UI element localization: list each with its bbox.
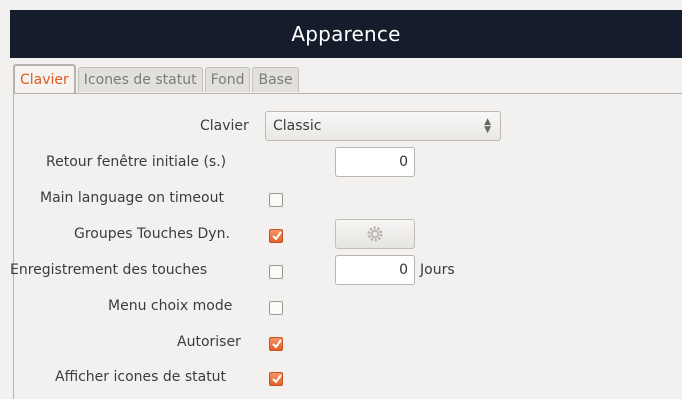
combo-arrows-icon: ▲ ▼: [484, 117, 491, 135]
main-language-checkbox[interactable]: [269, 193, 283, 207]
afficher-label: Afficher icones de statut: [55, 369, 227, 385]
jours-label: Jours: [420, 262, 455, 278]
enregistrement-label: Enregistrement des touches: [10, 262, 208, 278]
checkmark-icon: [272, 231, 282, 241]
window-titlebar: Apparence: [10, 10, 682, 58]
groupes-checkbox[interactable]: [269, 229, 283, 243]
autoriser-checkbox[interactable]: [269, 337, 283, 351]
retour-label: Retour fenêtre initiale (s.): [46, 154, 227, 170]
retour-spin-input[interactable]: 0: [335, 147, 415, 177]
groupes-settings-button[interactable]: [335, 219, 415, 249]
autoriser-label: Autoriser: [177, 334, 241, 350]
gear-icon: [367, 226, 383, 242]
checkmark-icon: [272, 339, 282, 349]
groupes-label: Groupes Touches Dyn.: [74, 226, 230, 242]
afficher-checkbox[interactable]: [269, 372, 283, 386]
checkmark-icon: [272, 374, 282, 384]
tab-icones-de-statut[interactable]: Icones de statut: [77, 67, 203, 92]
window-title: Apparence: [291, 22, 401, 46]
enregistrement-checkbox[interactable]: [269, 265, 283, 279]
menu-choix-checkbox[interactable]: [269, 301, 283, 315]
menu-choix-label: Menu choix mode: [108, 298, 233, 314]
tab-bar: Clavier Icones de statut Fond Base: [13, 64, 301, 94]
tab-base[interactable]: Base: [252, 67, 299, 92]
enregistrement-spin-input[interactable]: 0: [335, 255, 415, 285]
tab-clavier[interactable]: Clavier: [13, 64, 76, 94]
clavier-label: Clavier: [200, 118, 249, 134]
clavier-combo[interactable]: Classic ▲ ▼: [265, 111, 501, 141]
main-language-label: Main language on timeout: [40, 190, 224, 206]
clavier-combo-value: Classic: [273, 118, 322, 134]
tab-fond[interactable]: Fond: [204, 67, 251, 92]
